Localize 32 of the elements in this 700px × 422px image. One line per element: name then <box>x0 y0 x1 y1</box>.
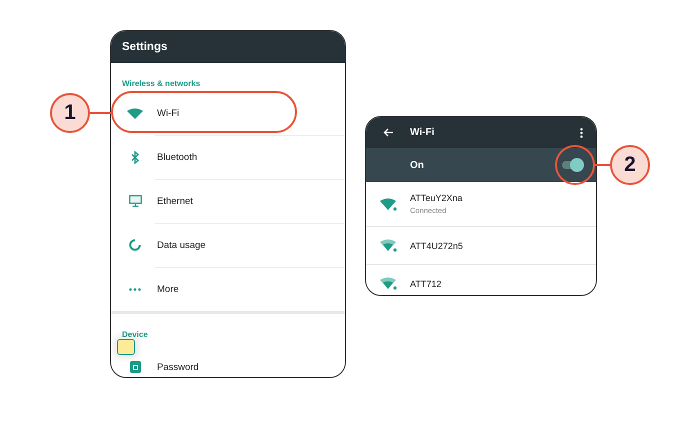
lock-icon <box>130 361 140 373</box>
network-name[interactable]: ATTeuY2Xna <box>410 193 462 203</box>
wifi-icon <box>127 108 143 118</box>
network-name[interactable]: ATT712 <box>410 278 442 288</box>
wifi-signal-icon <box>380 277 396 290</box>
toggle-label: On <box>410 160 425 170</box>
more-icon <box>129 288 141 290</box>
network-name[interactable]: ATT4U272n5 <box>410 240 463 250</box>
settings-item[interactable]: Wi-Fi <box>157 108 180 118</box>
floating-icon <box>117 339 135 355</box>
monitor-icon <box>128 195 142 207</box>
wifi-signal-icon <box>380 198 396 210</box>
section-header: Device <box>122 330 148 339</box>
settings-item[interactable]: Bluetooth <box>157 152 198 162</box>
settings-item[interactable]: More <box>157 284 179 294</box>
settings-item[interactable]: Ethernet <box>157 196 193 206</box>
leader-line <box>594 164 611 166</box>
ring-icon <box>129 239 141 251</box>
callout-number: 1 <box>50 93 90 133</box>
wifi-signal-icon <box>380 239 396 252</box>
more-menu-icon[interactable] <box>580 128 583 138</box>
leader-line <box>89 112 112 114</box>
highlight-outline <box>555 145 595 185</box>
settings-item[interactable]: Password <box>157 362 199 372</box>
screen-title: Settings <box>122 41 168 53</box>
callout-number: 2 <box>610 145 650 185</box>
settings-item[interactable]: Data usage <box>157 240 206 250</box>
screen-title: Wi-Fi <box>410 127 436 138</box>
bluetooth-icon <box>131 150 139 164</box>
toggle-switch[interactable] <box>562 158 584 172</box>
back-arrow-icon[interactable] <box>383 128 393 137</box>
section-header: Wireless & networks <box>122 79 200 88</box>
